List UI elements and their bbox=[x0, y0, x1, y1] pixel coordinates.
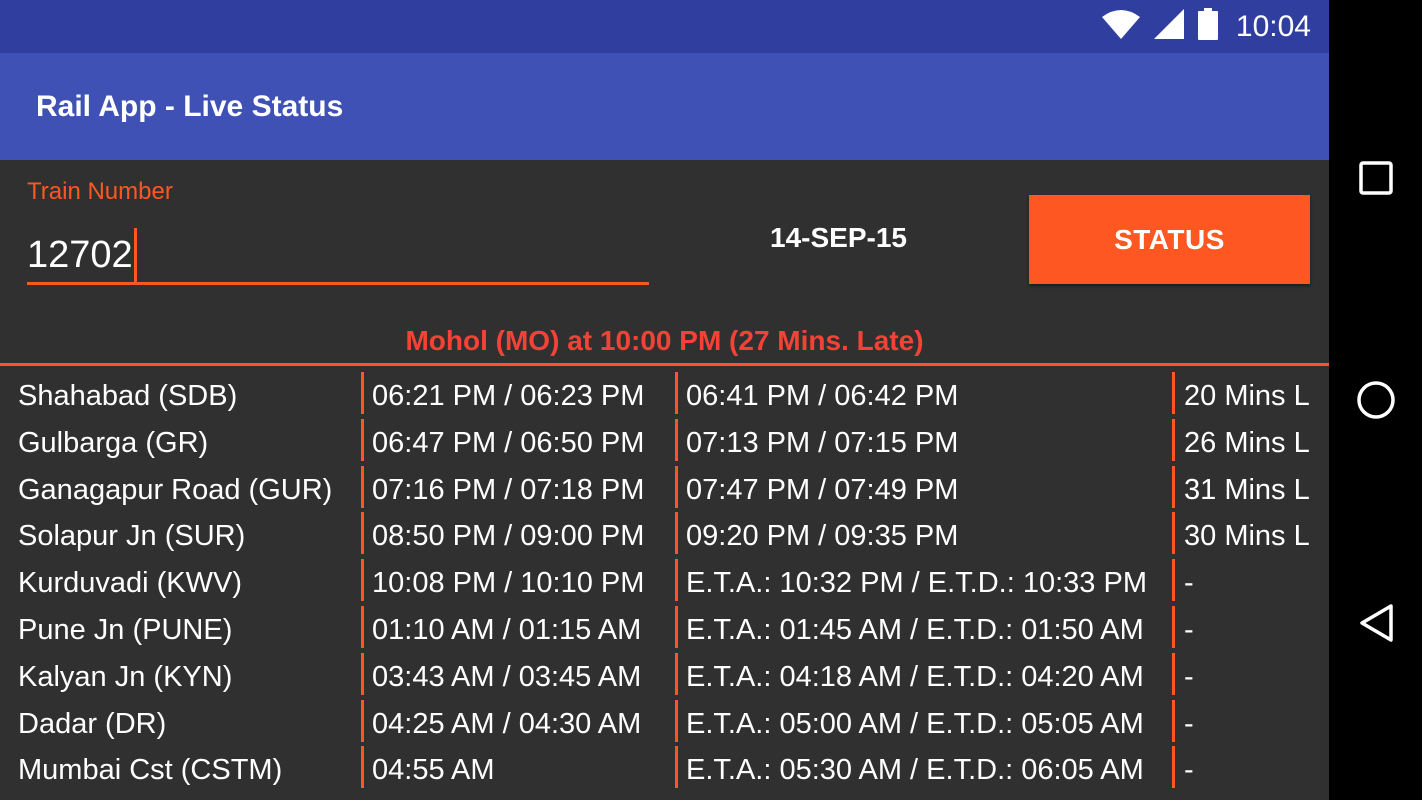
back-icon bbox=[1359, 603, 1393, 642]
delay-status: - bbox=[1172, 746, 1329, 789]
scheduled-time: 10:08 PM / 10:10 PM bbox=[361, 559, 671, 602]
actual-time: 06:41 PM / 06:42 PM bbox=[675, 372, 1170, 414]
recents-icon bbox=[1358, 160, 1393, 195]
text-caret bbox=[133, 228, 137, 282]
journey-date[interactable]: 14-SEP-15 bbox=[770, 222, 907, 254]
scheduled-time: 01:10 AM / 01:15 AM bbox=[361, 605, 671, 648]
home-button[interactable] bbox=[1329, 353, 1422, 446]
delay-status: 20 Mins L bbox=[1172, 372, 1329, 414]
train-number-label: Train Number bbox=[27, 178, 173, 205]
scheduled-time: 06:21 PM / 06:23 PM bbox=[361, 372, 671, 414]
delay-status: 30 Mins L bbox=[1172, 512, 1329, 555]
scheduled-time: 06:47 PM / 06:50 PM bbox=[361, 418, 671, 461]
delay-status: - bbox=[1172, 559, 1329, 602]
app-bar: Rail App - Live Status bbox=[0, 53, 1329, 160]
train-number-input[interactable]: 12702 bbox=[27, 226, 649, 285]
scheduled-time: 04:25 AM / 04:30 AM bbox=[361, 699, 671, 742]
status-bar: 10:04 bbox=[0, 0, 1329, 53]
scheduled-time: 07:16 PM / 07:18 PM bbox=[361, 465, 671, 508]
delay-status: - bbox=[1172, 605, 1329, 648]
station-name: Gulbarga (GR) bbox=[18, 426, 209, 459]
train-number-value: 12702 bbox=[27, 234, 133, 277]
actual-time: E.T.A.: 05:00 AM / E.T.D.: 05:05 AM bbox=[675, 699, 1170, 742]
table-row[interactable]: Solapur Jn (SUR) 08:50 PM / 09:00 PM 09:20… bbox=[0, 512, 1329, 559]
actual-time: E.T.A.: 05:30 AM / E.T.D.: 06:05 AM bbox=[675, 746, 1170, 789]
status-button[interactable]: STATUS bbox=[1029, 195, 1310, 284]
app-screen: 10:04 Rail App - Live Status Train Numbe… bbox=[0, 0, 1329, 800]
table-row[interactable]: Dadar (DR) 04:25 AM / 04:30 AM E.T.A.: 05:… bbox=[0, 699, 1329, 747]
status-clock: 10:04 bbox=[1235, 9, 1311, 43]
battery-icon bbox=[1197, 8, 1218, 45]
signal-icon bbox=[1153, 9, 1184, 44]
station-name: Dadar (DR) bbox=[18, 707, 167, 740]
back-button[interactable] bbox=[1329, 576, 1422, 669]
wifi-icon bbox=[1101, 9, 1140, 44]
station-name: Shahabad (SDB) bbox=[18, 380, 238, 412]
actual-time: E.T.A.: 01:45 AM / E.T.D.: 01:50 AM bbox=[675, 605, 1170, 648]
table-row[interactable]: Shahabad (SDB) 06:21 PM / 06:23 PM 06:41 P… bbox=[0, 372, 1329, 419]
actual-time: 07:13 PM / 07:15 PM bbox=[675, 418, 1170, 461]
delay-status: 31 Mins L bbox=[1172, 465, 1329, 508]
station-name: Mumbai Cst (CSTM) bbox=[18, 754, 283, 787]
delay-status: - bbox=[1172, 699, 1329, 742]
station-name: Pune Jn (PUNE) bbox=[18, 613, 233, 646]
navigation-bar bbox=[1329, 0, 1422, 800]
scheduled-time: 08:50 PM / 09:00 PM bbox=[361, 512, 671, 555]
actual-time: E.T.A.: 10:32 PM / E.T.D.: 10:33 PM bbox=[675, 559, 1170, 602]
actual-time: 09:20 PM / 09:35 PM bbox=[675, 512, 1170, 555]
recents-button[interactable] bbox=[1329, 131, 1422, 224]
table-row[interactable]: Ganagapur Road (GUR) 07:16 PM / 07:18 PM 0… bbox=[0, 465, 1329, 513]
actual-time: E.T.A.: 04:18 AM / E.T.D.: 04:20 AM bbox=[675, 652, 1170, 695]
actual-time: 07:47 PM / 07:49 PM bbox=[675, 465, 1170, 508]
home-icon bbox=[1356, 380, 1395, 419]
table-row[interactable]: Kurduvadi (KWV) 10:08 PM / 10:10 PM E.T.A.… bbox=[0, 559, 1329, 606]
station-name: Kalyan Jn (KYN) bbox=[18, 660, 233, 693]
table-row[interactable]: Kalyan Jn (KYN) 03:43 AM / 03:45 AM E.T.A.… bbox=[0, 652, 1329, 700]
app-title: Rail App - Live Status bbox=[36, 90, 344, 123]
delay-status: 26 Mins L bbox=[1172, 418, 1329, 461]
scheduled-time: 04:55 AM bbox=[361, 746, 671, 789]
station-name: Kurduvadi (KWV) bbox=[18, 567, 243, 600]
divider bbox=[0, 363, 1329, 366]
station-name: Solapur Jn (SUR) bbox=[18, 520, 246, 553]
live-status-text: Mohol (MO) at 10:00 PM (27 Mins. Late) bbox=[405, 325, 924, 356]
table-row[interactable]: Gulbarga (GR) 06:47 PM / 06:50 PM 07:13 PM… bbox=[0, 418, 1329, 466]
station-name: Ganagapur Road (GUR) bbox=[18, 473, 333, 506]
scheduled-time: 03:43 AM / 03:45 AM bbox=[361, 652, 671, 695]
table-row[interactable]: Pune Jn (PUNE) 01:10 AM / 01:15 AM E.T.A.:… bbox=[0, 605, 1329, 653]
schedule-list[interactable]: Shahabad (SDB) 06:21 PM / 06:23 PM 06:41 P… bbox=[0, 372, 1329, 793]
delay-status: - bbox=[1172, 652, 1329, 695]
table-row[interactable]: Mumbai Cst (CSTM) 04:55 AM E.T.A.: 05:30 A… bbox=[0, 746, 1329, 793]
